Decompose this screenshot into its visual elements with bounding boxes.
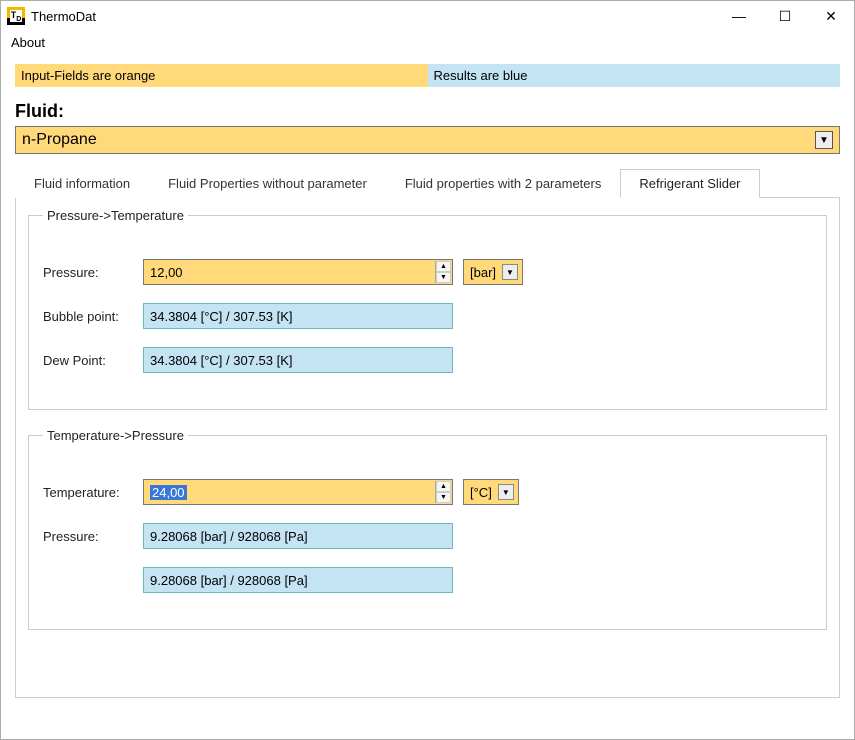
tab-refrigerant-slider[interactable]: Refrigerant Slider [620, 169, 759, 198]
dropdown-icon: ▼ [815, 131, 833, 149]
group-legend-pt: Pressure->Temperature [43, 208, 188, 223]
pressure-unit-select[interactable]: [bar] ▼ [463, 259, 523, 285]
bubble-point-value: 34.3804 [°C] / 307.53 [K] [143, 303, 453, 329]
temperature-label: Temperature: [43, 485, 143, 500]
bubble-point-label: Bubble point: [43, 309, 143, 324]
group-temperature-pressure: Temperature->Pressure Temperature: 24,00… [28, 428, 827, 630]
pressure-unit-value: [bar] [470, 265, 496, 280]
spinner-up-icon[interactable]: ▲ [436, 261, 451, 272]
tab-fluid-properties-2-params[interactable]: Fluid properties with 2 parameters [386, 169, 621, 198]
temperature-input[interactable]: 24,00 ▲ ▼ [143, 479, 453, 505]
spinner-down-icon[interactable]: ▼ [436, 272, 451, 283]
group-pressure-temperature: Pressure->Temperature Pressure: 12,00 ▲ … [28, 208, 827, 410]
spinner-down-icon[interactable]: ▼ [436, 492, 451, 503]
legend-row: Input-Fields are orange Results are blue [15, 64, 840, 87]
temperature-value: 24,00 [150, 485, 187, 500]
legend-result: Results are blue [428, 64, 841, 87]
tab-fluid-information[interactable]: Fluid information [15, 169, 149, 198]
fluid-select[interactable]: n-Propane ▼ [15, 126, 840, 154]
legend-input: Input-Fields are orange [15, 64, 428, 87]
titlebar: TD ThermoDat — ☐ ✕ [1, 1, 854, 31]
maximize-button[interactable]: ☐ [762, 1, 808, 31]
pressure-value: 12,00 [150, 265, 183, 280]
tabs: Fluid information Fluid Properties witho… [15, 168, 840, 198]
temperature-unit-select[interactable]: [°C] ▼ [463, 479, 519, 505]
group-legend-tp: Temperature->Pressure [43, 428, 188, 443]
minimize-button[interactable]: — [716, 1, 762, 31]
close-button[interactable]: ✕ [808, 1, 854, 31]
tab-panel: Pressure->Temperature Pressure: 12,00 ▲ … [15, 198, 840, 698]
pressure-result-2: 9.28068 [bar] / 928068 [Pa] [143, 567, 453, 593]
dew-point-label: Dew Point: [43, 353, 143, 368]
fluid-label: Fluid: [15, 101, 840, 122]
pressure-result-label: Pressure: [43, 529, 143, 544]
pressure-result-1: 9.28068 [bar] / 928068 [Pa] [143, 523, 453, 549]
spinner-up-icon[interactable]: ▲ [436, 481, 451, 492]
tab-fluid-properties-no-param[interactable]: Fluid Properties without parameter [149, 169, 386, 198]
menu-about[interactable]: About [11, 35, 45, 50]
dew-point-value: 34.3804 [°C] / 307.53 [K] [143, 347, 453, 373]
menubar: About [1, 31, 854, 56]
pressure-label: Pressure: [43, 265, 143, 280]
pressure-input[interactable]: 12,00 ▲ ▼ [143, 259, 453, 285]
window-title: ThermoDat [31, 9, 96, 24]
dropdown-icon: ▼ [502, 264, 518, 280]
dropdown-icon: ▼ [498, 484, 514, 500]
app-icon: TD [7, 7, 25, 25]
temperature-unit-value: [°C] [470, 485, 492, 500]
fluid-selected-value: n-Propane [22, 131, 97, 149]
